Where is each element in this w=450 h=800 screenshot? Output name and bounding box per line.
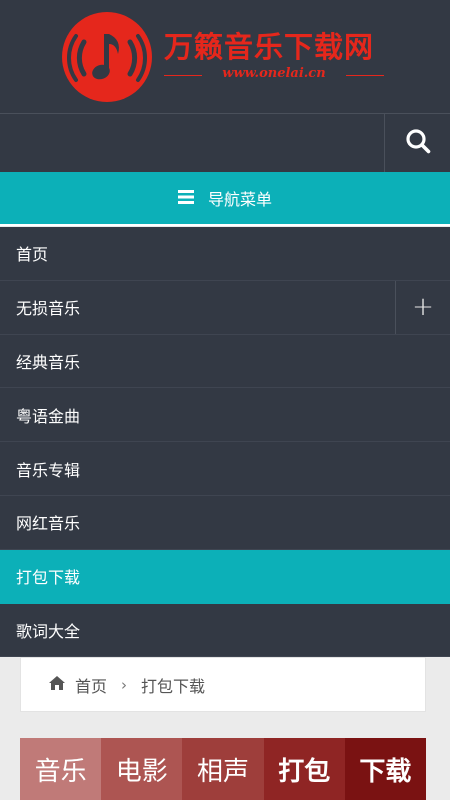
banner-cell-music: 音乐 (20, 738, 102, 800)
breadcrumb: 首页 › 打包下载 (20, 657, 426, 712)
nav-item-music-albums[interactable]: 音乐专辑 (0, 442, 450, 496)
logo-url: www.onelai.cn (164, 66, 384, 81)
nav-item-label: 歌词大全 (16, 621, 81, 641)
music-note-icon (62, 12, 152, 102)
nav-item-label: 音乐专辑 (16, 460, 81, 480)
nav-item-cantonese-hits[interactable]: 粤语金曲 (0, 388, 450, 443)
nav-item-lyrics[interactable]: 歌词大全 (0, 603, 450, 658)
nav-item-bundle-download[interactable]: 打包下载 (0, 549, 450, 604)
breadcrumb-home-link[interactable]: 首页 (75, 673, 107, 697)
banner-cell-crosstalk: 相声 (182, 738, 264, 800)
expand-plus-button[interactable]: + (395, 280, 450, 334)
nav-item-label: 网红音乐 (16, 514, 81, 534)
search-icon (405, 128, 431, 158)
nav-item-label: 无损音乐 (16, 299, 81, 319)
search-bar (0, 114, 450, 172)
breadcrumb-separator: › (121, 675, 128, 694)
nav-item-classic-music[interactable]: 经典音乐 (0, 334, 450, 389)
nav-item-home[interactable]: 首页 (0, 227, 450, 281)
nav-item-label: 打包下载 (16, 568, 81, 588)
category-banner[interactable]: 音乐 电影 相声 打包 下载 (20, 738, 427, 800)
site-header: 万籁音乐下载网 www.onelai.cn (0, 0, 450, 114)
banner-cell-movie: 电影 (101, 738, 183, 800)
breadcrumb-current: 打包下载 (141, 676, 206, 696)
nav-menu-label: 导航菜单 (207, 190, 272, 209)
logo-title: 万籁音乐下载网 (164, 30, 375, 64)
home-icon (49, 675, 65, 694)
search-button[interactable] (384, 114, 450, 172)
banner-cell-bundle: 打包 (263, 738, 345, 800)
nav-item-viral-music[interactable]: 网红音乐 (0, 495, 450, 550)
search-input[interactable] (0, 114, 384, 172)
menu-icon (177, 189, 194, 208)
nav-item-label: 经典音乐 (16, 352, 81, 372)
nav-menu-toggle[interactable]: 导航菜单 (0, 172, 450, 226)
banner-cell-download: 下载 (344, 738, 427, 800)
nav-item-label: 粤语金曲 (16, 406, 81, 426)
nav-item-lossless-music[interactable]: 无损音乐 + (0, 280, 450, 335)
nav-menu: 首页 无损音乐 + 经典音乐 粤语金曲 音乐专辑 网红音乐 打包下载 歌词大全 (0, 227, 450, 658)
site-logo[interactable]: 万籁音乐下载网 www.onelai.cn (60, 10, 390, 105)
nav-item-label: 首页 (16, 245, 49, 265)
